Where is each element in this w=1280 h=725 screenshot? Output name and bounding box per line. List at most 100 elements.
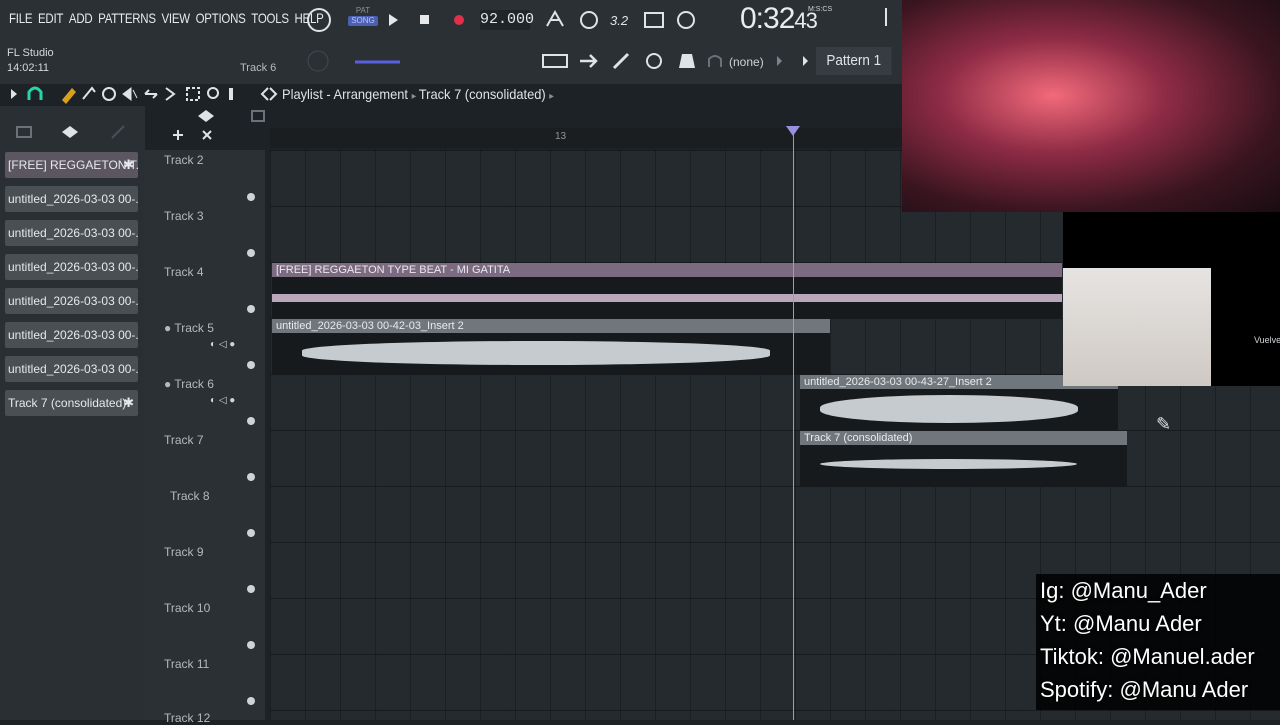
track-enable-dot[interactable] [247, 585, 255, 593]
time-format-label: M:S:CS [808, 6, 833, 13]
automation-filter-icon[interactable] [111, 125, 125, 139]
piano-roll-icon[interactable] [542, 54, 568, 68]
clip-header[interactable]: [FREE] REGGAETON TYPE BEAT - MI GATITA [272, 263, 1062, 277]
close-icon[interactable] [202, 130, 212, 140]
webcam-overlay [902, 0, 1280, 212]
track-enable-dot[interactable] [247, 473, 255, 481]
arrow-right-icon[interactable] [580, 54, 598, 68]
clip-waveform [272, 333, 830, 375]
piano-roll-clip-icon[interactable] [251, 110, 265, 122]
playlist-title[interactable]: Playlist - Arrangement [282, 86, 408, 102]
link-icon[interactable] [646, 53, 662, 69]
browser-clip-item[interactable]: untitled_2026-03-03 00-... [5, 356, 138, 382]
track-enable-dot[interactable] [247, 305, 255, 313]
breadcrumb-track[interactable]: Track 7 (consolidated) [419, 86, 546, 102]
clip-label: untitled_2026-03-03 00-... [8, 328, 138, 342]
track-headers [145, 150, 265, 720]
track-enable-dot[interactable] [247, 361, 255, 369]
browser-clip-item[interactable]: [FREE] REGGAETON T... ✱ [5, 152, 138, 178]
browser-clip-item[interactable]: untitled_2026-03-03 00-... [5, 220, 138, 246]
audio-clip[interactable]: Track 7 (consolidated) [800, 431, 1127, 487]
clip-header[interactable]: untitled_2026-03-03 00-42-03_Insert 2 [272, 319, 830, 333]
track-label[interactable]: Track 7 [164, 433, 204, 447]
picker-icons [16, 110, 265, 140]
record-icon[interactable] [454, 15, 464, 25]
track-enable-dot[interactable] [247, 641, 255, 649]
audio-clip[interactable]: [FREE] REGGAETON TYPE BEAT - MI GATITA [272, 263, 1062, 319]
overlay-text: Vuelve [1254, 335, 1280, 345]
track-controls[interactable]: ◐ ◁ ● [210, 395, 235, 406]
track-label[interactable]: Track 12 [164, 711, 210, 725]
track-label[interactable]: Track 11 [164, 657, 209, 671]
browser-clip-item[interactable]: untitled_2026-03-03 00-... [5, 288, 138, 314]
audio-clip-icon[interactable] [198, 110, 214, 122]
clip-waveform [800, 445, 1127, 487]
clip-label: untitled_2026-03-03 00-... [8, 362, 138, 376]
clip-waveform [800, 389, 1118, 431]
headphones-icon [708, 55, 722, 67]
pattern-caret-icon[interactable] [803, 56, 808, 66]
loop-record-icon[interactable] [677, 11, 695, 29]
track-label[interactable]: Track 3 [164, 209, 204, 223]
clip-label: untitled_2026-03-03 00-... [8, 260, 138, 274]
pat-song-toggle[interactable]: PAT SONG [348, 6, 378, 26]
waveform-shape [820, 395, 1078, 423]
master-pitch-knob[interactable] [307, 50, 329, 72]
track-enable-dot[interactable] [247, 417, 255, 425]
clip-label: Track 7 (consolidated) [8, 396, 127, 410]
track-label[interactable]: Track 10 [164, 601, 210, 615]
browser-clip-item[interactable]: Track 7 (consolidated) ✱ [5, 390, 138, 416]
mixer-icon[interactable] [679, 54, 695, 68]
webcam-small-overlay [1063, 268, 1211, 386]
song-position: 0:3243 [740, 2, 818, 36]
track-label-text: Track 6 [174, 377, 214, 391]
channel-none[interactable]: (none) [729, 55, 764, 69]
waveform-icon: ✱ [123, 157, 134, 172]
add-track-icon[interactable] [173, 130, 183, 140]
waveform-icon: ✱ [123, 395, 134, 410]
clip-waveform [272, 277, 1062, 319]
plugin-picker-icon[interactable] [612, 52, 630, 70]
track-label[interactable]: ● Track 6 [164, 377, 214, 391]
pattern-selector[interactable]: Pattern 1 [816, 47, 892, 75]
track-label[interactable]: Track 9 [164, 545, 204, 559]
track-enable-dot[interactable] [247, 249, 255, 257]
track-label[interactable]: Track 2 [164, 153, 204, 167]
clip-label: untitled_2026-03-03 00-... [8, 226, 138, 240]
track-mode-icon: ● [164, 321, 175, 335]
blend-notes-icon[interactable] [644, 12, 664, 28]
song-label: SONG [348, 16, 378, 26]
piano-filter-icon[interactable] [16, 126, 32, 138]
stop-icon[interactable] [420, 15, 429, 24]
play-icon[interactable] [389, 14, 398, 26]
social-line: Yt: @Manu Ader [1040, 611, 1202, 636]
track-enable-dot[interactable] [247, 697, 255, 705]
clip-header[interactable]: Track 7 (consolidated) [800, 431, 1127, 445]
pen-cursor-icon: ✎ [1156, 414, 1172, 434]
social-line: Ig: @Manu_Ader [1040, 578, 1207, 603]
track-label-text: Track 5 [174, 321, 214, 335]
playhead-marker-icon[interactable] [786, 126, 800, 136]
metronome-icon[interactable] [546, 9, 564, 27]
time-main: 0:32 [740, 2, 795, 35]
browser-clip-item[interactable]: untitled_2026-03-03 00-... [5, 254, 138, 280]
track-label[interactable]: Track 4 [164, 265, 204, 279]
countdown-icon[interactable] [580, 11, 598, 29]
track-label[interactable]: ● Track 5 [164, 321, 214, 335]
track-controls[interactable]: ◐ ◁ ● [210, 339, 235, 350]
bar-marker: 13 [555, 131, 567, 142]
track-enable-dot[interactable] [247, 193, 255, 201]
audio-clip[interactable]: untitled_2026-03-03 00-42-03_Insert 2 [272, 319, 830, 375]
track-enable-dot[interactable] [247, 529, 255, 537]
browser-clip-item[interactable]: untitled_2026-03-03 00-... [5, 186, 138, 212]
pat-label: PAT [355, 6, 371, 15]
waveform-shape [820, 459, 1077, 469]
step-edit-icon[interactable]: 3.2 [610, 13, 629, 28]
audio-filter-icon[interactable] [62, 126, 78, 138]
playhead-line[interactable] [793, 130, 794, 720]
clip-label: untitled_2026-03-03 00-... [8, 192, 138, 206]
browser-clip-item[interactable]: untitled_2026-03-03 00-... [5, 322, 138, 348]
caret-right-icon[interactable] [777, 56, 782, 66]
tempo-display[interactable]: 92.000 [480, 10, 534, 30]
track-label[interactable]: Track 8 [170, 489, 210, 503]
